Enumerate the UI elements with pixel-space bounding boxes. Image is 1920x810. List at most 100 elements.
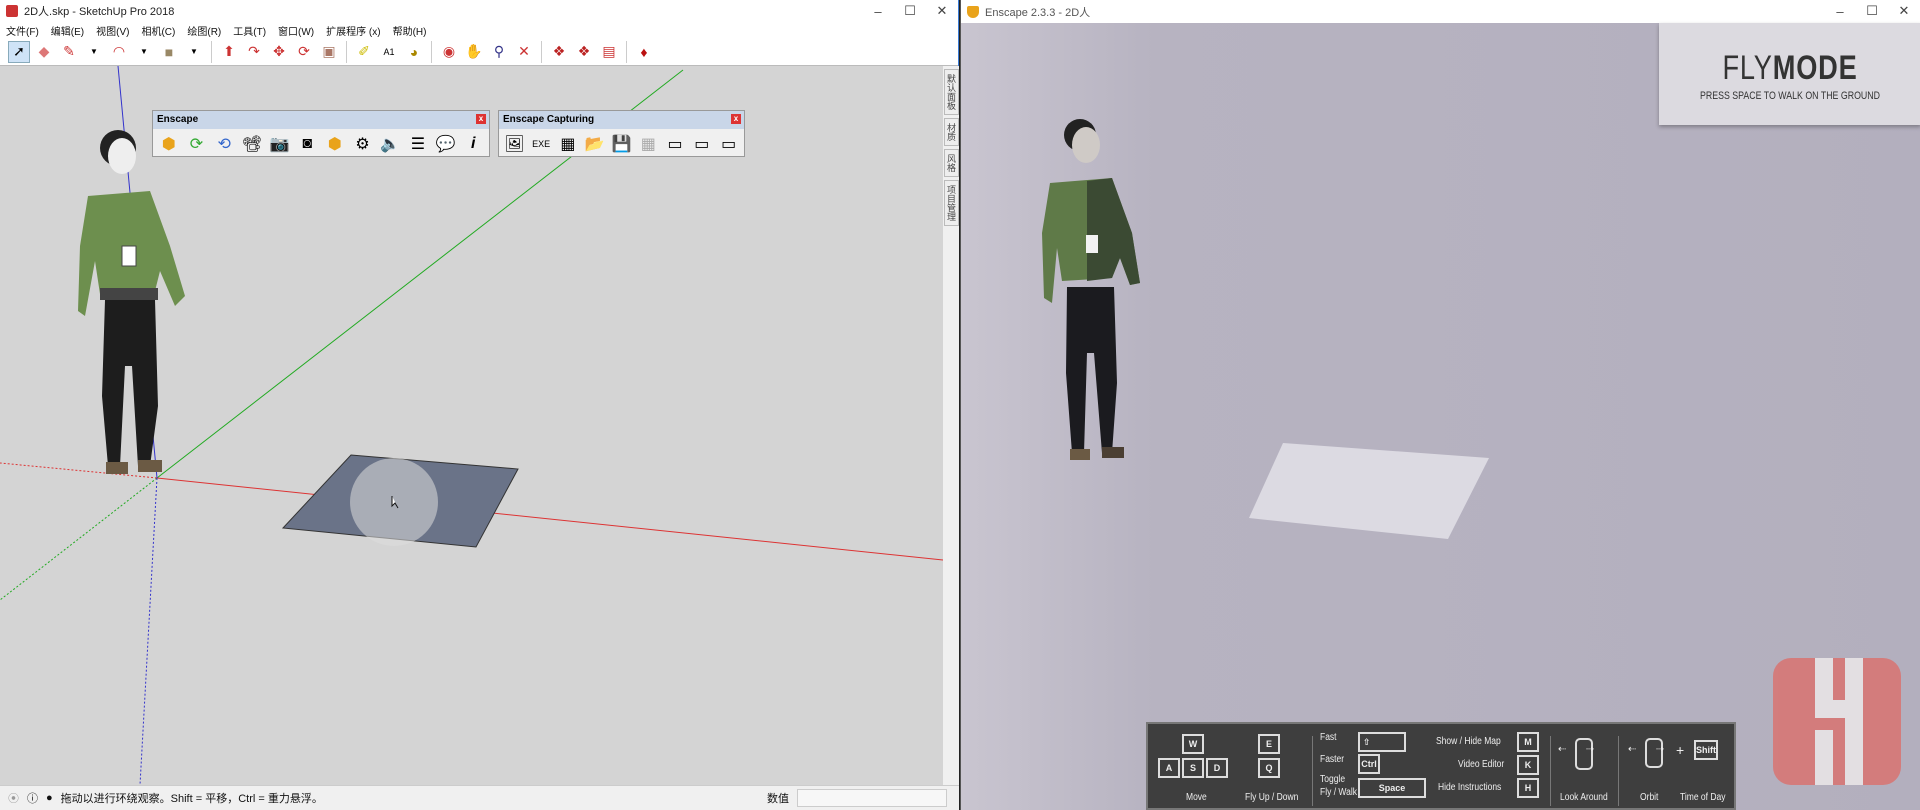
red-axis xyxy=(156,477,943,561)
tray-tab-project[interactable]: 项目管理 xyxy=(944,180,959,226)
close-toolbar-button[interactable]: x xyxy=(476,114,486,124)
export-image-icon[interactable]: 🖼 xyxy=(503,132,526,156)
menu-help[interactable]: 帮助(H) xyxy=(393,23,427,38)
watermark-logo xyxy=(1773,658,1901,785)
close-button[interactable]: ✕ xyxy=(926,0,958,22)
panorama-gallery-icon[interactable]: ▭ xyxy=(690,132,713,156)
title-bar: 2D人.skp - SketchUp Pro 2018 – ☐ ✕ xyxy=(0,0,958,22)
eraser-tool-icon[interactable]: ◆ xyxy=(33,41,55,63)
close-capturing-button[interactable]: x xyxy=(731,114,741,124)
tray-tab-styles[interactable]: 风格 xyxy=(944,149,959,177)
create-view-icon[interactable]: 📽 xyxy=(240,132,264,156)
enscape-capturing-toolbar: Enscape Capturing x 🖼 EXE ▦ 📂 💾 ▦ ▭ ▭ ▭ xyxy=(498,110,745,157)
key-shift-arrow: ⇧ xyxy=(1358,732,1406,752)
menu-extensions[interactable]: 扩展程序 (x) xyxy=(326,23,380,38)
rendered-person-figure xyxy=(1042,119,1140,460)
menu-draw[interactable]: 绘图(R) xyxy=(187,23,221,38)
offset-tool-icon[interactable]: ▣ xyxy=(318,41,340,63)
tray-tab-default[interactable]: 默认面板 xyxy=(944,69,959,115)
text-tool-icon[interactable]: A1 xyxy=(378,41,400,63)
menu-view[interactable]: 视图(V) xyxy=(96,23,129,38)
dropdown-arrow-icon[interactable]: ▼ xyxy=(83,41,105,63)
measurements-label: 数值 xyxy=(767,793,789,805)
sync-views-icon[interactable]: ⟲ xyxy=(212,132,236,156)
menu-edit[interactable]: 编辑(E) xyxy=(51,23,84,38)
move-tool-icon[interactable]: ✥ xyxy=(268,41,290,63)
toggle-label: Toggle xyxy=(1320,774,1346,785)
pencil-tool-icon[interactable]: ✎ xyxy=(58,41,80,63)
about-info-icon[interactable]: i xyxy=(461,132,485,156)
export-exe-icon[interactable]: EXE xyxy=(530,132,553,156)
close-button[interactable]: ✕ xyxy=(1888,0,1920,22)
feedback-icon[interactable]: 💬 xyxy=(434,132,458,156)
settings-icon[interactable]: ⚙ xyxy=(351,132,375,156)
credits-icon[interactable]: ⓘ xyxy=(27,790,38,806)
rectangle-tool-icon[interactable]: ■ xyxy=(158,41,180,63)
menu-tools[interactable]: 工具(T) xyxy=(233,23,266,38)
sketchup-viewport[interactable]: Enscape x ⬢ ⟳ ⟲ 📽 📷 ◙ ⬢ ⚙ 🔈 ☰ 💬 i Enscape… xyxy=(0,66,943,785)
extension-warehouse-icon[interactable]: ❖ xyxy=(573,41,595,63)
panorama-icon[interactable]: ▭ xyxy=(664,132,687,156)
minimize-button[interactable]: – xyxy=(1824,0,1856,22)
key-q: Q xyxy=(1258,758,1280,778)
menu-file[interactable]: 文件(F) xyxy=(6,23,39,38)
move-label: Move xyxy=(1186,792,1207,803)
start-enscape-icon[interactable]: ⬢ xyxy=(157,132,181,156)
key-d: D xyxy=(1206,758,1228,778)
save-path-icon[interactable]: 💾 xyxy=(610,132,633,156)
user-icon[interactable]: ● xyxy=(46,792,53,804)
fly-up-down-label: Fly Up / Down xyxy=(1245,792,1299,803)
select-tool-icon[interactable]: ➚ xyxy=(8,40,30,63)
menu-bar: 文件(F) 编辑(E) 视图(V) 相机(C) 绘图(R) 工具(T) 窗口(W… xyxy=(0,22,958,38)
orbit-icon[interactable]: ◉ xyxy=(438,41,460,63)
dropdown-arrow-icon[interactable]: ▼ xyxy=(183,41,205,63)
rotate-tool-icon[interactable]: ⟳ xyxy=(293,41,315,63)
visual-settings-icon[interactable]: ☰ xyxy=(406,132,430,156)
send-to-layout-icon[interactable]: ▤ xyxy=(598,41,620,63)
screenshot-icon[interactable]: 📷 xyxy=(268,132,292,156)
key-w: W xyxy=(1182,734,1204,754)
panorama-view-icon[interactable]: ▭ xyxy=(717,132,740,156)
key-h: H xyxy=(1517,778,1539,798)
dropdown-arrow-icon[interactable]: ▼ xyxy=(133,41,155,63)
load-path-icon[interactable]: 📂 xyxy=(583,132,606,156)
enscape-render-viewport[interactable]: FLYMODE PRESS SPACE TO WALK ON THE GROUN… xyxy=(961,23,1920,810)
arrows-icon: ⇠ ⇢ xyxy=(1558,744,1595,755)
enscape-window: Enscape 2.3.3 - 2D人 – ☐ ✕ FLYMODE PRESS SP… xyxy=(960,0,1920,810)
live-update-icon[interactable]: ⟳ xyxy=(185,132,209,156)
enscape-toolbar: Enscape x ⬢ ⟳ ⟲ 📽 📷 ◙ ⬢ ⚙ 🔈 ☰ 💬 i xyxy=(152,110,490,157)
warehouse-icon[interactable]: ❖ xyxy=(548,41,570,63)
arc-tool-icon[interactable]: ◠ xyxy=(108,41,130,63)
maximize-button[interactable]: ☐ xyxy=(1856,0,1888,22)
enscape-objects-icon[interactable]: ⬢ xyxy=(323,132,347,156)
batch-render-icon[interactable]: ▦ xyxy=(557,132,580,156)
tape-measure-icon[interactable]: ✐ xyxy=(353,41,375,63)
maximize-button[interactable]: ☐ xyxy=(894,0,926,22)
geo-location-icon[interactable]: ⦿ xyxy=(8,790,19,806)
orbit-label: Orbit xyxy=(1640,792,1659,803)
push-pull-icon[interactable]: ⬆ xyxy=(218,41,240,63)
window-title: 2D人.skp - SketchUp Pro 2018 xyxy=(24,6,175,18)
menu-camera[interactable]: 相机(C) xyxy=(141,23,175,38)
green-axis-negative xyxy=(0,477,158,601)
ruby-icon[interactable]: ♦ xyxy=(633,41,655,63)
follow-me-icon[interactable]: ↷ xyxy=(243,41,265,63)
vr-headset-icon[interactable]: ◙ xyxy=(295,132,319,156)
fast-label: Fast xyxy=(1320,732,1337,743)
fly-mode-banner: FLYMODE PRESS SPACE TO WALK ON THE GROUN… xyxy=(1659,23,1920,125)
zoom-icon[interactable]: ⚲ xyxy=(488,41,510,63)
menu-window[interactable]: 窗口(W) xyxy=(278,23,314,38)
zoom-extents-icon[interactable]: ✕ xyxy=(513,41,535,63)
paint-bucket-icon[interactable]: ◕ xyxy=(403,41,425,63)
measurements-input[interactable] xyxy=(797,789,947,807)
pan-hand-icon[interactable]: ✋ xyxy=(463,41,485,63)
sound-icon[interactable]: 🔈 xyxy=(378,132,402,156)
key-shift: Shift xyxy=(1694,740,1718,760)
video-editor-label: Video Editor xyxy=(1458,759,1505,770)
tray-tab-materials[interactable]: 材质 xyxy=(944,118,959,146)
rendered-ground-plane xyxy=(1249,443,1489,539)
default-tray: 默认面板 材质 风格 项目管理 xyxy=(943,66,959,785)
show-hide-map-label: Show / Hide Map xyxy=(1436,736,1501,747)
minimize-button[interactable]: – xyxy=(862,0,894,22)
export-video-icon[interactable]: ▦ xyxy=(637,132,660,156)
